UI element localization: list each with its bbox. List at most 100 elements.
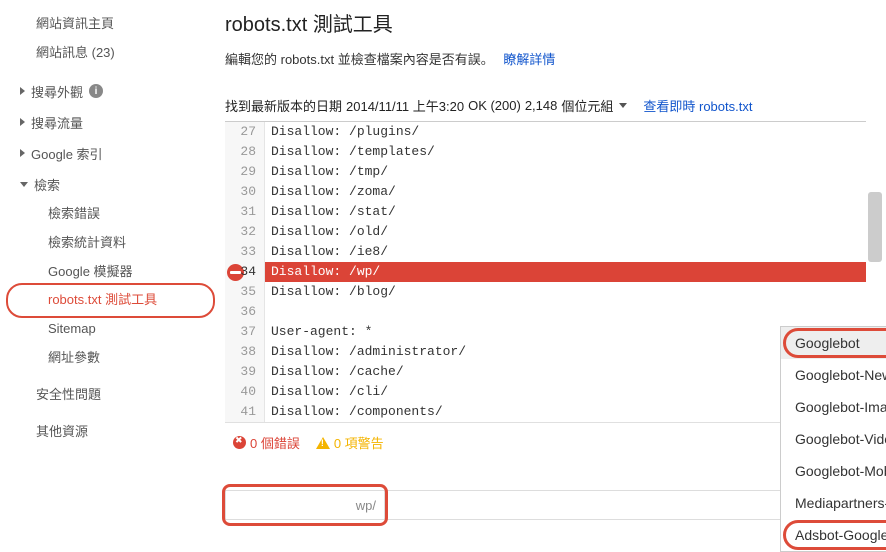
- robots-editor[interactable]: 27Disallow: /plugins/28Disallow: /templa…: [225, 121, 866, 423]
- sidebar-crawl[interactable]: 檢索: [18, 169, 205, 200]
- scrollbar-thumb[interactable]: [868, 192, 882, 262]
- page-subtitle-row: 編輯您的 robots.txt 並檢查檔案內容是否有誤。 瞭解詳情: [225, 49, 886, 68]
- code-text: Disallow: /wp/: [265, 262, 866, 282]
- sidebar-site-info-home[interactable]: 網站資訊主頁: [18, 10, 205, 39]
- sidebar-search-traffic-label: 搜尋流量: [31, 113, 83, 132]
- bot-menu-item[interactable]: Mediapartners-Google: [781, 487, 886, 519]
- caret-right-icon: [20, 149, 25, 157]
- sidebar-item-robots-label: robots.txt 測試工具: [48, 292, 157, 307]
- code-text: Disallow: /cache/: [265, 362, 404, 382]
- page-subtitle: 編輯您的 robots.txt 並檢查檔案內容是否有誤。: [225, 52, 494, 67]
- code-line[interactable]: 30Disallow: /zoma/: [225, 182, 866, 202]
- code-text: Disallow: /tmp/: [265, 162, 388, 182]
- sidebar-security-issues[interactable]: 安全性問題: [18, 381, 205, 410]
- line-number: 33: [225, 242, 265, 262]
- code-line[interactable]: 31Disallow: /stat/: [225, 202, 866, 222]
- url-test-row: wp/: [225, 490, 866, 520]
- dropdown-caret-icon[interactable]: [619, 103, 627, 108]
- sidebar-item-sitemap[interactable]: Sitemap: [18, 315, 205, 344]
- bot-menu-item[interactable]: Googlebot-News: [781, 359, 886, 391]
- version-status: OK (200): [468, 98, 521, 113]
- line-number: 36: [225, 302, 265, 322]
- line-number: 31: [225, 202, 265, 222]
- code-line[interactable]: 40Disallow: /cli/: [225, 382, 866, 402]
- code-line[interactable]: 32Disallow: /old/: [225, 222, 866, 242]
- line-number: 38: [225, 342, 265, 362]
- code-line[interactable]: 38Disallow: /administrator/: [225, 342, 866, 362]
- code-text: Disallow: /templates/: [265, 142, 435, 162]
- learn-more-link[interactable]: 瞭解詳情: [503, 52, 555, 67]
- code-text: Disallow: /ie8/: [265, 242, 388, 262]
- line-number: 30: [225, 182, 265, 202]
- url-base-wrap: wp/: [225, 490, 385, 520]
- info-icon: i: [89, 84, 103, 98]
- line-number: 41: [225, 402, 265, 422]
- highlight-ring: [783, 328, 886, 358]
- sidebar-google-index[interactable]: Google 索引: [18, 138, 205, 169]
- bot-menu-item[interactable]: Googlebot-Video: [781, 423, 886, 455]
- url-base[interactable]: wp/: [225, 490, 385, 520]
- code-line[interactable]: 28Disallow: /templates/: [225, 142, 866, 162]
- code-text: Disallow: /zoma/: [265, 182, 396, 202]
- code-text: Disallow: /components/: [265, 402, 443, 422]
- bot-menu-item[interactable]: Adsbot-Google: [781, 519, 886, 551]
- sidebar-search-appearance[interactable]: 搜尋外觀 i: [18, 76, 205, 107]
- caret-right-icon: [20, 87, 25, 95]
- error-count: 0 個錯誤: [233, 433, 300, 452]
- code-text: Disallow: /old/: [265, 222, 388, 242]
- code-line[interactable]: 27Disallow: /plugins/: [225, 122, 866, 142]
- error-icon: [233, 436, 246, 449]
- code-line[interactable]: 34Disallow: /wp/: [225, 262, 866, 282]
- sidebar-search-traffic[interactable]: 搜尋流量: [18, 107, 205, 138]
- sidebar-item-robots-tester[interactable]: robots.txt 測試工具: [18, 286, 205, 315]
- sidebar-google-index-label: Google 索引: [31, 144, 103, 163]
- code-line[interactable]: 37User-agent: *: [225, 322, 866, 342]
- sidebar-other-resources[interactable]: 其他資源: [18, 418, 205, 447]
- bot-menu-item[interactable]: Googlebot-Mobile: [781, 455, 886, 487]
- code-line[interactable]: 35Disallow: /blog/: [225, 282, 866, 302]
- code-line[interactable]: 41Disallow: /components/: [225, 402, 866, 422]
- line-number: 37: [225, 322, 265, 342]
- line-number: 29: [225, 162, 265, 182]
- version-timestamp: 2014/11/11 上午3:20: [346, 96, 464, 115]
- version-bytes-unit: 個位元組: [561, 96, 613, 115]
- bot-dropdown-menu: GooglebotGooglebot-NewsGooglebot-ImageGo…: [780, 326, 886, 552]
- line-number: 35: [225, 282, 265, 302]
- version-prefix: 找到最新版本的日期: [225, 96, 342, 115]
- code-text: Disallow: /blog/: [265, 282, 396, 302]
- version-bytes: 2,148: [525, 98, 558, 113]
- line-number: 28: [225, 142, 265, 162]
- url-base-suffix: wp/: [356, 498, 376, 513]
- page-title: robots.txt 測試工具: [225, 0, 886, 37]
- warning-count-text: 0 項警告: [334, 433, 384, 452]
- sidebar-item-google-simulator[interactable]: Google 模擬器: [18, 258, 205, 287]
- code-text: Disallow: /cli/: [265, 382, 388, 402]
- sidebar-item-crawl-stats[interactable]: 檢索統計資料: [18, 229, 205, 258]
- url-path-input[interactable]: [385, 490, 846, 520]
- sidebar-item-url-params[interactable]: 網址參數: [18, 344, 205, 373]
- error-count-text: 0 個錯誤: [250, 433, 300, 452]
- code-text: Disallow: /plugins/: [265, 122, 419, 142]
- line-number: 39: [225, 362, 265, 382]
- sidebar-item-crawl-errors[interactable]: 檢索錯誤: [18, 200, 205, 229]
- code-text: User-agent: *: [265, 322, 372, 342]
- status-bar: 0 個錯誤 0 項警告: [225, 423, 866, 462]
- version-row: 找到最新版本的日期 2014/11/11 上午3:20 OK (200) 2,1…: [225, 96, 886, 115]
- bot-menu-item[interactable]: Googlebot-Image: [781, 391, 886, 423]
- code-line[interactable]: 36: [225, 302, 866, 322]
- bot-menu-item[interactable]: Googlebot: [781, 327, 886, 359]
- sidebar-site-messages[interactable]: 網站訊息 (23): [18, 39, 205, 68]
- warning-icon: [316, 437, 330, 449]
- caret-right-icon: [20, 118, 25, 126]
- sidebar: 網站資訊主頁 網站訊息 (23) 搜尋外觀 i 搜尋流量 Google 索引 檢…: [0, 0, 205, 548]
- line-number: 32: [225, 222, 265, 242]
- sidebar-crawl-label: 檢索: [34, 175, 60, 194]
- code-line[interactable]: 39Disallow: /cache/: [225, 362, 866, 382]
- highlight-ring: [783, 520, 886, 550]
- main-content: robots.txt 測試工具 編輯您的 robots.txt 並檢查檔案內容是…: [205, 0, 886, 548]
- sidebar-search-appearance-label: 搜尋外觀: [31, 82, 83, 101]
- code-text: Disallow: /administrator/: [265, 342, 466, 362]
- code-line[interactable]: 33Disallow: /ie8/: [225, 242, 866, 262]
- code-line[interactable]: 29Disallow: /tmp/: [225, 162, 866, 182]
- view-live-robots-link[interactable]: 查看即時 robots.txt: [643, 96, 752, 115]
